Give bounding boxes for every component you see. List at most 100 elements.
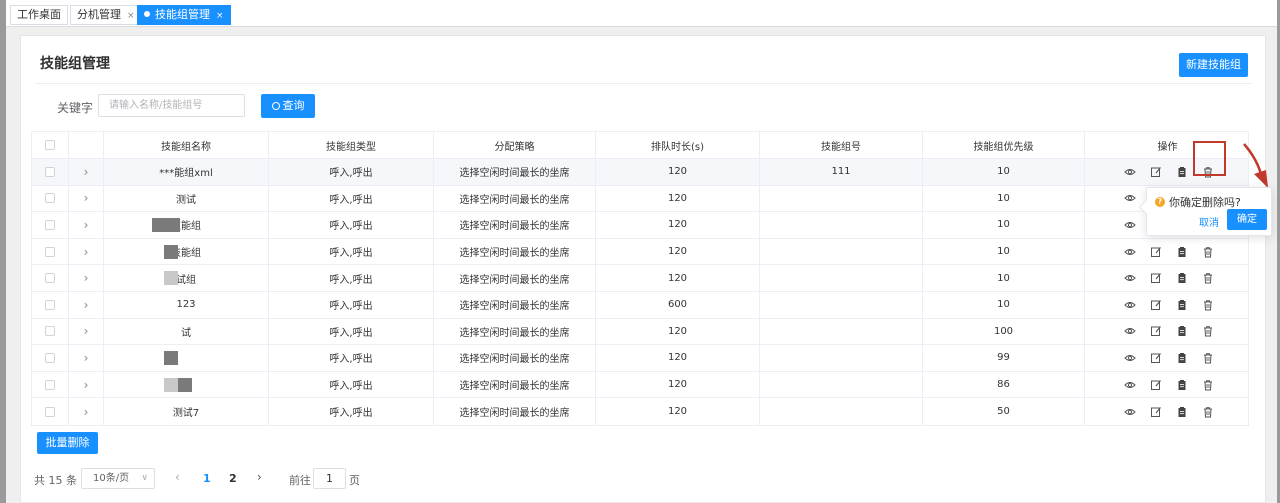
chevron-right-icon[interactable]: › [84, 165, 89, 179]
table-row[interactable]: › 测试 呼入,呼出 选择空闲时间最长的坐席 120 10 [32, 185, 1248, 213]
row-select[interactable] [32, 291, 69, 318]
row-expand[interactable]: › [69, 291, 104, 318]
clipboard-icon[interactable] [1175, 405, 1189, 419]
checkbox[interactable] [45, 219, 55, 230]
eye-icon[interactable] [1123, 324, 1137, 338]
chevron-right-icon[interactable]: › [84, 405, 89, 419]
row-select[interactable] [32, 318, 69, 345]
edit-icon[interactable] [1149, 271, 1163, 285]
eye-icon[interactable] [1123, 218, 1137, 232]
edit-icon[interactable] [1149, 405, 1163, 419]
close-icon[interactable]: × [127, 11, 135, 21]
trash-icon[interactable] [1201, 245, 1215, 259]
trash-icon[interactable] [1201, 405, 1215, 419]
table-row[interactable]: › 测试7 呼入,呼出 选择空闲时间最长的坐席 120 50 [32, 398, 1248, 425]
chevron-right-icon[interactable]: › [84, 218, 89, 232]
eye-icon[interactable] [1123, 271, 1137, 285]
chevron-right-icon[interactable]: › [84, 351, 89, 365]
page-1[interactable]: 1 [203, 472, 211, 485]
chevron-right-icon[interactable]: › [84, 191, 89, 205]
table-row[interactable]: › 试组 呼入,呼出 选择空闲时间最长的坐席 120 10 [32, 265, 1248, 292]
table-row[interactable]: › ***能组xml 呼入,呼出 选择空闲时间最长的坐席 120 111 10 [32, 159, 1248, 186]
edit-icon[interactable] [1149, 245, 1163, 259]
eye-icon[interactable] [1123, 351, 1137, 365]
row-expand[interactable]: › [69, 265, 104, 291]
eye-icon[interactable] [1123, 405, 1137, 419]
tab-skill-group-management[interactable]: 技能组管理 × [137, 5, 231, 25]
checkbox[interactable] [45, 140, 55, 150]
checkbox[interactable] [45, 299, 55, 310]
eye-icon[interactable] [1123, 165, 1137, 179]
eye-icon[interactable] [1123, 298, 1137, 312]
trash-icon[interactable] [1201, 324, 1215, 338]
eye-icon[interactable] [1123, 191, 1137, 205]
table-row[interactable]: › 试呼入,呼出 选择空闲时间最长的坐席 120 100 [32, 318, 1248, 346]
table-row[interactable]: › 呼入,呼出 选择空闲时间最长的坐席 120 86 [32, 371, 1248, 399]
trash-icon[interactable] [1201, 378, 1215, 392]
chevron-right-icon[interactable]: › [84, 378, 89, 392]
row-expand[interactable]: › [69, 238, 104, 265]
keyword-input[interactable] [98, 94, 245, 117]
row-select[interactable] [32, 212, 69, 238]
row-expand[interactable]: › [69, 212, 104, 238]
new-skill-group-button[interactable]: 新建技能组 [1179, 53, 1248, 77]
close-icon[interactable]: × [216, 11, 224, 21]
page-size-select[interactable]: 10条/页 ∨ [81, 468, 155, 489]
chevron-right-icon[interactable]: › [84, 324, 89, 338]
edit-icon[interactable] [1149, 378, 1163, 392]
trash-icon[interactable] [1201, 271, 1215, 285]
edit-icon[interactable] [1149, 298, 1163, 312]
table-row[interactable]: › 技能组 呼入,呼出 选择空闲时间最长的坐席 120 10 [32, 238, 1248, 266]
clipboard-icon[interactable] [1175, 324, 1189, 338]
checkbox[interactable] [45, 406, 55, 417]
chevron-right-icon[interactable]: › [84, 245, 89, 259]
edit-icon[interactable] [1149, 324, 1163, 338]
checkbox[interactable] [45, 379, 55, 390]
row-expand[interactable]: › [69, 185, 104, 212]
checkbox[interactable] [45, 193, 55, 204]
tab-workspace[interactable]: 工作桌面 [10, 5, 68, 25]
popconfirm-cancel-button[interactable]: 取消 [1199, 214, 1219, 229]
row-select[interactable] [32, 398, 69, 425]
next-page-button[interactable]: › [257, 470, 262, 484]
clipboard-icon[interactable] [1175, 351, 1189, 365]
checkbox[interactable] [45, 273, 55, 284]
checkbox[interactable] [45, 246, 55, 257]
table-row[interactable]: › 呼入,呼出 选择空闲时间最长的坐席 120 99 [32, 345, 1248, 372]
row-select[interactable] [32, 371, 69, 398]
eye-icon[interactable] [1123, 245, 1137, 259]
table-row[interactable]: › 技能组 呼入,呼出 选择空闲时间最长的坐席 120 10 [32, 212, 1248, 239]
clipboard-icon[interactable] [1175, 378, 1189, 392]
header-select-all[interactable] [32, 132, 69, 158]
clipboard-icon[interactable] [1175, 298, 1189, 312]
trash-icon[interactable] [1201, 298, 1215, 312]
eye-icon[interactable] [1123, 378, 1137, 392]
checkbox[interactable] [45, 326, 55, 337]
batch-delete-button[interactable]: 批量删除 [37, 432, 98, 454]
prev-page-button[interactable]: ‹ [175, 470, 180, 484]
row-expand[interactable]: › [69, 371, 104, 398]
goto-page-input[interactable] [313, 468, 346, 489]
row-select[interactable] [32, 159, 69, 185]
row-expand[interactable]: › [69, 345, 104, 371]
row-select[interactable] [32, 238, 69, 265]
clipboard-icon[interactable] [1175, 165, 1189, 179]
trash-icon[interactable] [1201, 351, 1215, 365]
page-2[interactable]: 2 [229, 472, 237, 485]
row-expand[interactable]: › [69, 159, 104, 185]
checkbox[interactable] [45, 352, 55, 363]
clipboard-icon[interactable] [1175, 271, 1189, 285]
chevron-right-icon[interactable]: › [84, 271, 89, 285]
row-select[interactable] [32, 185, 69, 212]
checkbox[interactable] [45, 166, 55, 177]
clipboard-icon[interactable] [1175, 245, 1189, 259]
row-expand[interactable]: › [69, 318, 104, 345]
row-select[interactable] [32, 265, 69, 291]
table-row[interactable]: › 123 呼入,呼出 选择空闲时间最长的坐席 600 10 [32, 291, 1248, 319]
edit-icon[interactable] [1149, 351, 1163, 365]
chevron-right-icon[interactable]: › [84, 298, 89, 312]
row-select[interactable] [32, 345, 69, 371]
tab-extension-management[interactable]: 分机管理 × [70, 5, 142, 25]
row-expand[interactable]: › [69, 398, 104, 425]
popconfirm-confirm-button[interactable]: 确定 [1227, 209, 1267, 230]
